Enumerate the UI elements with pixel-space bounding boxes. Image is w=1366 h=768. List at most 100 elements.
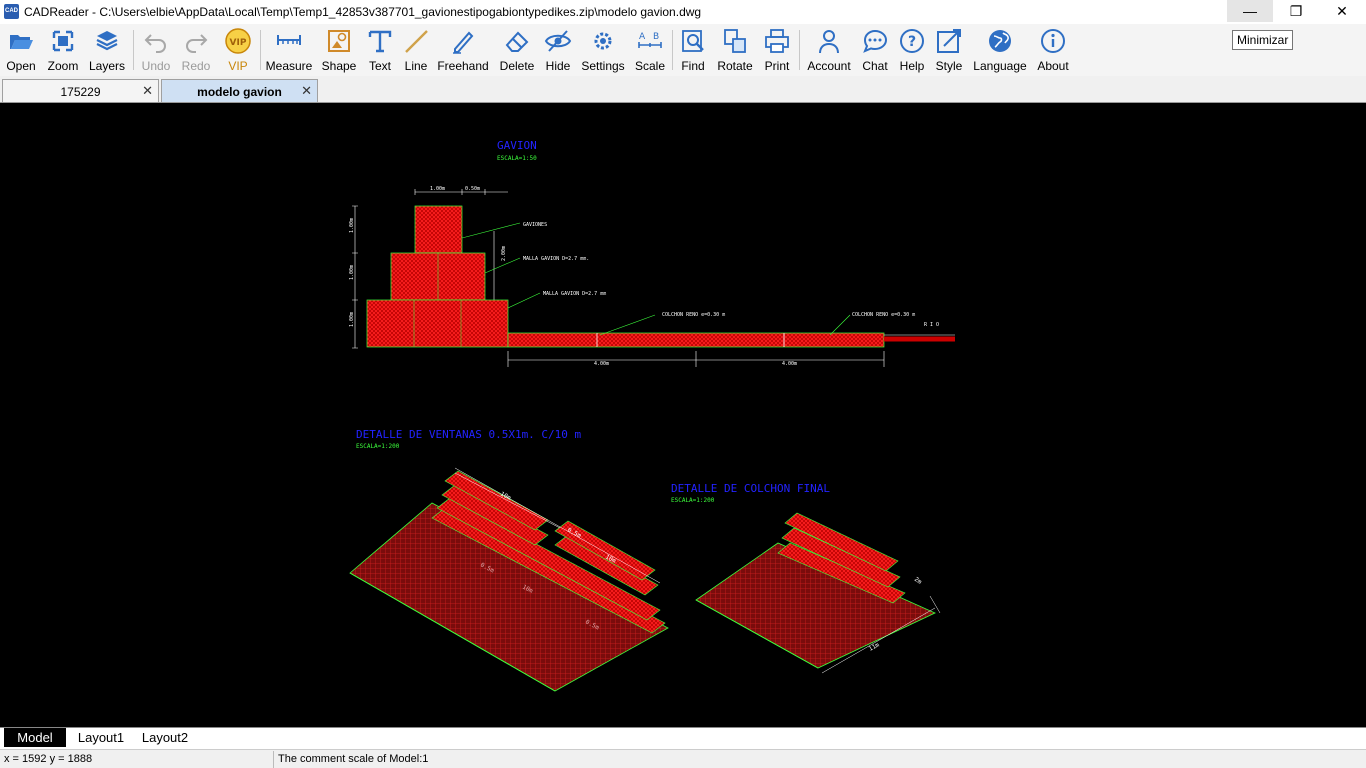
freehand-button[interactable]: Freehand bbox=[437, 26, 489, 74]
ventanas-title: DETALLE DE VENTANAS 0.5X1m. C/10 m bbox=[356, 428, 582, 441]
gear-icon bbox=[594, 32, 612, 50]
style-button[interactable]: Style bbox=[934, 26, 964, 74]
gavion-scale: ESCALA=1:50 bbox=[497, 155, 537, 162]
shape-button[interactable]: Shape bbox=[321, 26, 357, 74]
redo-button[interactable]: Redo bbox=[179, 26, 213, 74]
line-tool-icon bbox=[405, 30, 428, 53]
text-tool-icon bbox=[368, 30, 392, 53]
dim-label: 2.00m bbox=[501, 246, 507, 261]
toolbar-separator bbox=[799, 30, 800, 70]
user-icon bbox=[819, 30, 839, 54]
dim-label: 4.00m bbox=[782, 361, 797, 367]
scale-icon: AB bbox=[638, 32, 662, 48]
globe-icon bbox=[989, 30, 1011, 52]
language-button[interactable]: Language bbox=[973, 26, 1027, 74]
print-button[interactable]: Print bbox=[762, 26, 792, 74]
text-button[interactable]: Text bbox=[364, 26, 396, 74]
layers-icon bbox=[96, 31, 118, 51]
vip-badge-icon: VIP bbox=[225, 28, 251, 54]
measure-button[interactable]: Measure bbox=[266, 26, 312, 74]
status-bar: x = 1592 y = 1888 The comment scale of M… bbox=[0, 749, 1366, 768]
delete-button[interactable]: Delete bbox=[498, 26, 536, 74]
annotation-text: R I O bbox=[924, 322, 939, 328]
dim-label: 0.50m bbox=[465, 186, 480, 192]
account-button[interactable]: Account bbox=[806, 26, 852, 74]
svg-text:VIP: VIP bbox=[230, 38, 247, 48]
vip-button[interactable]: VIP VIP bbox=[222, 26, 254, 74]
find-button[interactable]: Find bbox=[678, 26, 708, 74]
layers-button[interactable]: Layers bbox=[88, 26, 126, 74]
settings-button[interactable]: Settings bbox=[580, 26, 626, 74]
toolbar-separator bbox=[260, 30, 261, 70]
pencil-icon bbox=[453, 31, 474, 54]
dim-label: 2m bbox=[913, 576, 923, 586]
shape-icon bbox=[328, 30, 350, 52]
style-icon bbox=[937, 29, 961, 53]
chat-button[interactable]: Chat bbox=[860, 26, 890, 74]
window-title: CADReader - C:\Users\elbie\AppData\Local… bbox=[24, 5, 702, 19]
drawing-canvas[interactable]: GAVION ESCALA=1:50 1.00m 0.50m 1.00m 1.0… bbox=[0, 103, 1366, 727]
ventanas-scale: ESCALA=1:200 bbox=[356, 443, 400, 450]
layout-tab-bar: Model Layout1 Layout2 bbox=[0, 727, 1366, 748]
dim-label: 4.00m bbox=[594, 361, 609, 367]
annotation-text: MALLA GAVION D=2.7 mm. bbox=[523, 256, 589, 262]
dim-label: 1.00m bbox=[349, 312, 355, 327]
tab-layout2[interactable]: Layout2 bbox=[134, 728, 196, 747]
hide-button[interactable]: Hide bbox=[542, 26, 574, 74]
maximize-button[interactable]: ❐ bbox=[1273, 0, 1319, 22]
toolbar-separator bbox=[133, 30, 134, 70]
about-button[interactable]: About bbox=[1036, 26, 1070, 74]
open-button[interactable]: Open bbox=[4, 26, 38, 74]
dim-label: 1.00m bbox=[349, 265, 355, 280]
zoom-button[interactable]: Zoom bbox=[44, 26, 82, 74]
app-logo: CAD bbox=[4, 4, 19, 19]
toolbar-separator bbox=[672, 30, 673, 70]
gavion-title: GAVION bbox=[497, 139, 537, 152]
status-divider bbox=[273, 751, 274, 768]
undo-icon bbox=[144, 34, 166, 53]
eye-slash-icon bbox=[544, 30, 572, 52]
annotation-text: GAVIONES bbox=[523, 222, 547, 228]
line-button[interactable]: Line bbox=[401, 26, 431, 74]
folder-open-icon bbox=[10, 35, 33, 49]
toolbar: Open Zoom Layers Undo Redo VIP VIP Measu… bbox=[0, 24, 1366, 76]
comment-scale: The comment scale of Model:1 bbox=[278, 753, 429, 765]
search-icon bbox=[682, 30, 704, 52]
dim-label: 1.00m bbox=[430, 186, 445, 192]
svg-text:?: ? bbox=[908, 34, 916, 50]
rotate-button[interactable]: Rotate bbox=[716, 26, 754, 74]
tab-model[interactable]: Model bbox=[4, 728, 66, 747]
printer-icon bbox=[765, 29, 789, 53]
cursor-coordinates: x = 1592 y = 1888 bbox=[4, 753, 93, 765]
redo-icon bbox=[186, 34, 208, 53]
chat-bubble-icon bbox=[863, 29, 888, 53]
annotation-text: COLCHON RENO e=0.30 m bbox=[662, 312, 725, 318]
ventanas-detail-view: DETALLE DE VENTANAS 0.5X1m. C/10 m ESCAL… bbox=[349, 428, 669, 692]
help-icon: ? bbox=[900, 29, 924, 53]
svg-text:A: A bbox=[639, 32, 646, 42]
info-icon bbox=[1041, 29, 1065, 53]
close-window-button[interactable]: ✕ bbox=[1319, 0, 1365, 22]
tab-modelo-gavion[interactable]: modelo gavion ✕ bbox=[161, 79, 318, 102]
annotation-text: MALLA GAVION D=2.7 mm bbox=[543, 291, 606, 297]
ruler-icon bbox=[277, 35, 301, 45]
close-icon[interactable]: ✕ bbox=[301, 83, 312, 99]
zoom-extents-icon bbox=[52, 30, 74, 52]
tab-175229[interactable]: 175229 ✕ bbox=[2, 79, 159, 102]
colchon-title: DETALLE DE COLCHON FINAL bbox=[671, 482, 830, 495]
colchon-scale: ESCALA=1:200 bbox=[671, 497, 715, 504]
help-button[interactable]: ? Help bbox=[897, 26, 927, 74]
dim-label: 1.00m bbox=[349, 218, 355, 233]
minimize-button[interactable]: — bbox=[1227, 0, 1273, 22]
close-icon[interactable]: ✕ bbox=[142, 83, 153, 99]
gavion-section-view: GAVION ESCALA=1:50 1.00m 0.50m 1.00m 1.0… bbox=[349, 139, 955, 367]
scale-button[interactable]: AB Scale bbox=[634, 26, 666, 74]
colchon-detail-view: DETALLE DE COLCHON FINAL ESCALA=1:200 2m… bbox=[671, 482, 941, 674]
undo-button[interactable]: Undo bbox=[139, 26, 173, 74]
eraser-icon bbox=[505, 31, 529, 52]
minimize-tooltip: Minimizar bbox=[1232, 30, 1294, 50]
annotation-text: COLCHON RENO e=0.30 m bbox=[852, 312, 915, 318]
svg-text:B: B bbox=[653, 32, 659, 42]
title-bar: CAD CADReader - C:\Users\elbie\AppData\L… bbox=[0, 0, 1366, 24]
tab-layout1[interactable]: Layout1 bbox=[70, 728, 132, 747]
